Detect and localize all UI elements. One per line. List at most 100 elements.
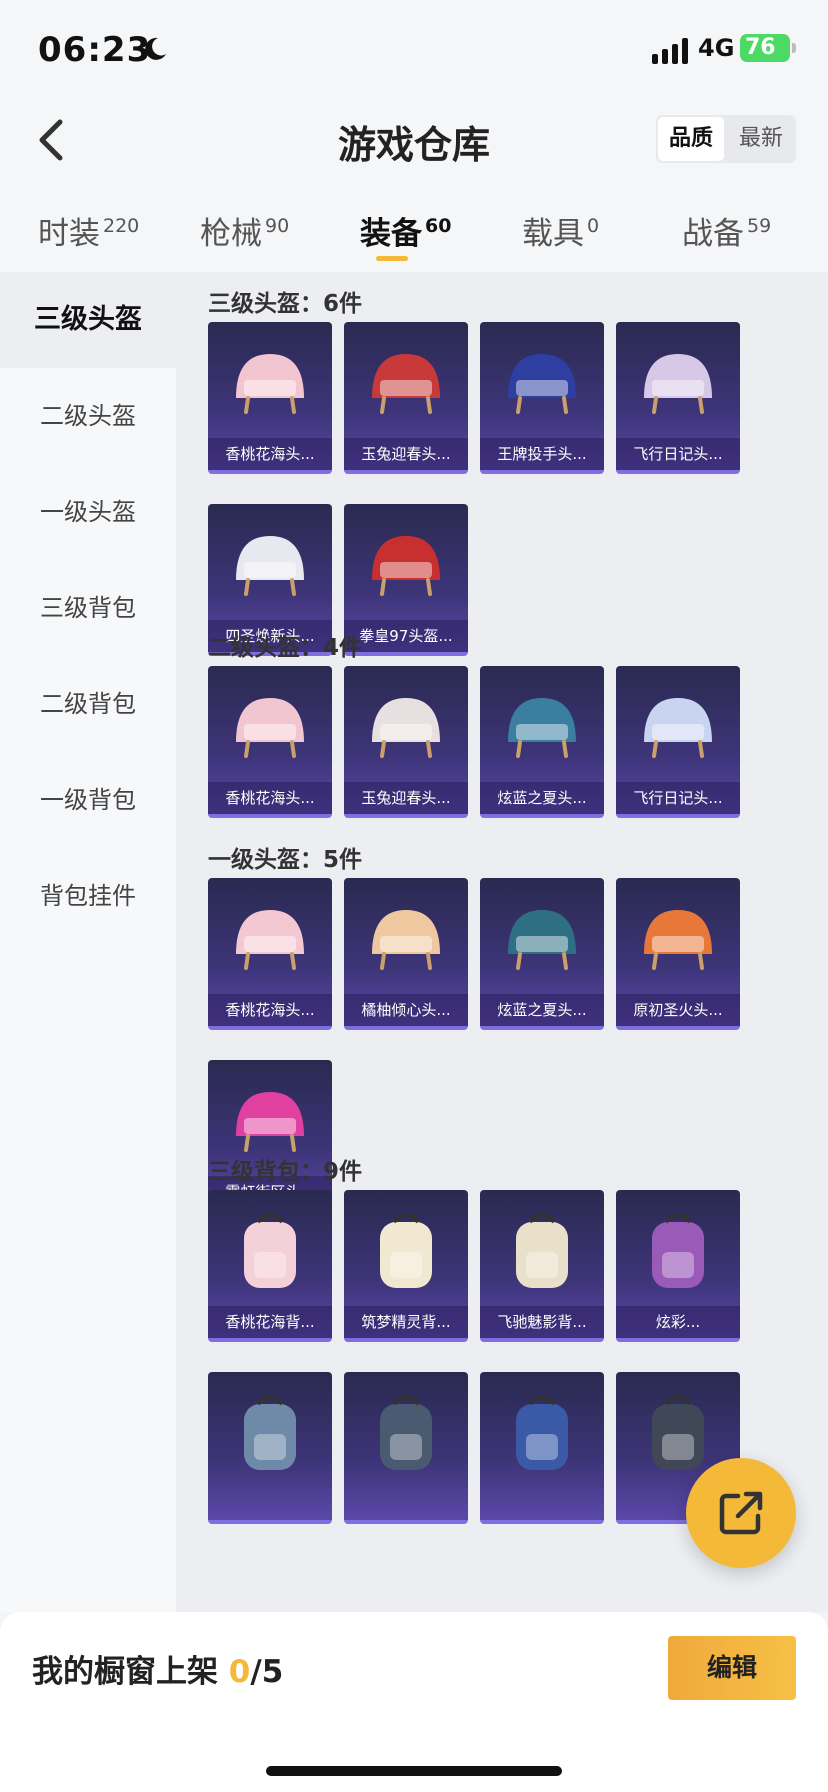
sidebar-item-level3-helmet[interactable]: 三级头盔 (0, 272, 176, 368)
item-card[interactable]: 橘柚倾心头... (344, 878, 468, 1030)
item-name: 玉兔迎春头... (344, 782, 468, 814)
item-name: 香桃花海头... (208, 994, 332, 1026)
backpack-icon (244, 1395, 296, 1470)
item-card[interactable]: 原初圣火头... (616, 878, 740, 1030)
backpack-icon (652, 1213, 704, 1288)
item-name: 原初圣火头... (616, 994, 740, 1026)
item-name: 飞行日记头... (616, 782, 740, 814)
external-link-icon (719, 1491, 763, 1535)
item-name: 香桃花海头... (208, 782, 332, 814)
item-name: 飞驰魅影背... (480, 1306, 604, 1338)
item-card[interactable]: 玉兔迎春头... (344, 322, 468, 474)
item-name: 飞行日记头... (616, 438, 740, 470)
helmet-icon (644, 910, 712, 970)
item-name: 玉兔迎春头... (344, 438, 468, 470)
helmet-icon (508, 698, 576, 758)
battery-indicator: 76 (740, 34, 790, 62)
showcase-status: 我的橱窗上架 0/5 (32, 1646, 283, 1691)
section-title: 三级头盔：6件 (208, 291, 363, 317)
edit-button[interactable]: 编辑 (668, 1636, 796, 1700)
sidebar-item-level2-helmet[interactable]: 二级头盔 (0, 368, 176, 464)
network-type: 4G (698, 34, 735, 62)
backpack-icon (380, 1213, 432, 1288)
status-time: 06:23 (38, 30, 152, 70)
signal-icon (652, 38, 688, 64)
helmet-icon (372, 536, 440, 596)
showcase-current: 0 (228, 1654, 251, 1690)
item-card[interactable]: 炫彩... (616, 1190, 740, 1342)
sort-newest-button[interactable]: 最新 (726, 115, 796, 163)
item-name: 王牌投手头... (480, 438, 604, 470)
tab-label: 枪械 (200, 216, 262, 252)
share-button[interactable] (686, 1458, 796, 1568)
sidebar-item-level1-backpack[interactable]: 一级背包 (0, 752, 176, 848)
item-card[interactable] (480, 1372, 604, 1524)
moon-icon (145, 37, 166, 60)
item-card[interactable] (208, 1372, 332, 1524)
battery-cap (792, 43, 796, 53)
section-title: 一级头盔：5件 (208, 847, 363, 873)
tab-label: 时装 (38, 216, 100, 252)
item-name: 炫蓝之夏头... (480, 994, 604, 1026)
backpack-icon (516, 1395, 568, 1470)
item-card[interactable]: 王牌投手头... (480, 322, 604, 474)
helmet-icon (644, 354, 712, 414)
section-title: 二级头盔：4件 (208, 635, 363, 661)
section-title: 三级背包：9件 (208, 1159, 363, 1185)
sort-toggle: 品质 最新 (656, 115, 796, 163)
item-card[interactable]: 炫蓝之夏头... (480, 878, 604, 1030)
tab-count: 220 (103, 215, 140, 237)
helmet-icon (236, 698, 304, 758)
item-name: 炫彩... (616, 1306, 740, 1338)
item-card[interactable]: 香桃花海头... (208, 666, 332, 818)
item-card[interactable]: 筑梦精灵背... (344, 1190, 468, 1342)
helmet-icon (372, 698, 440, 758)
sidebar-item-level1-helmet[interactable]: 一级头盔 (0, 464, 176, 560)
backpack-icon (516, 1213, 568, 1288)
item-name: 香桃花海头... (208, 438, 332, 470)
item-card[interactable] (344, 1372, 468, 1524)
tab-equipment[interactable]: 装备 60 (360, 208, 451, 253)
battery-level: 76 (745, 35, 776, 60)
helmet-icon (372, 354, 440, 414)
sort-quality-button[interactable]: 品质 (658, 117, 724, 161)
item-name: 橘柚倾心头... (344, 994, 468, 1026)
helmet-icon (508, 354, 576, 414)
tab-count: 59 (747, 215, 772, 237)
helmet-icon (372, 910, 440, 970)
tab-supplies[interactable]: 战备 59 (682, 208, 771, 253)
tab-label: 装备 (360, 216, 422, 252)
sidebar-item-level3-backpack[interactable]: 三级背包 (0, 560, 176, 656)
tab-label: 载具 (522, 216, 584, 252)
showcase-label: 我的橱窗上架 (32, 1654, 218, 1690)
item-name: 筑梦精灵背... (344, 1306, 468, 1338)
item-name: 香桃花海背... (208, 1306, 332, 1338)
category-tabs: 时装 220 枪械 90 装备 60 载具 0 战备 59 (0, 200, 828, 272)
backpack-icon (244, 1213, 296, 1288)
tab-weapons[interactable]: 枪械 90 (200, 208, 289, 253)
tab-count: 60 (425, 215, 452, 237)
tab-count: 0 (587, 215, 600, 237)
item-card[interactable]: 香桃花海背... (208, 1190, 332, 1342)
item-card[interactable]: 飞行日记头... (616, 666, 740, 818)
tab-vehicles[interactable]: 载具 0 (522, 208, 599, 253)
item-name: 炫蓝之夏头... (480, 782, 604, 814)
item-card[interactable]: 炫蓝之夏头... (480, 666, 604, 818)
helmet-icon (644, 698, 712, 758)
item-card[interactable]: 香桃花海头... (208, 322, 332, 474)
item-card[interactable]: 香桃花海头... (208, 878, 332, 1030)
active-tab-indicator (376, 256, 408, 261)
sidebar: 三级头盔 二级头盔 一级头盔 三级背包 二级背包 一级背包 背包挂件 (0, 272, 176, 1612)
item-card[interactable]: 飞驰魅影背... (480, 1190, 604, 1342)
item-card[interactable]: 玉兔迎春头... (344, 666, 468, 818)
helmet-icon (236, 536, 304, 596)
item-card[interactable]: 拳皇97头盔... (344, 504, 468, 656)
home-indicator (266, 1766, 562, 1776)
item-card[interactable]: 飞行日记头... (616, 322, 740, 474)
sidebar-item-backpack-charm[interactable]: 背包挂件 (0, 848, 176, 944)
item-grid: 三级头盔：6件 香桃花海头... 玉兔迎春头... 王牌投手头... 飞行日记头... 四… (176, 272, 828, 1612)
tab-fashion[interactable]: 时装 220 (38, 208, 139, 253)
helmet-icon (508, 910, 576, 970)
sidebar-item-level2-backpack[interactable]: 二级背包 (0, 656, 176, 752)
showcase-total: /5 (250, 1654, 284, 1690)
